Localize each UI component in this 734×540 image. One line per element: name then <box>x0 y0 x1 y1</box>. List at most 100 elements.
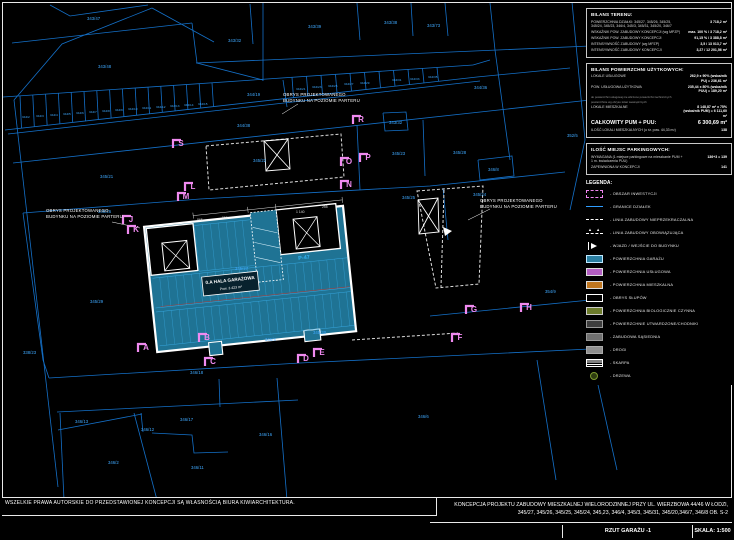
entrance-letter: P <box>365 153 371 162</box>
parcel-label: 344/23 <box>312 85 322 89</box>
residential-fill-swatch <box>586 281 603 289</box>
parcel-label: 344/2 <box>22 115 30 119</box>
parcel-label: 345/21 <box>100 174 114 179</box>
legend-item-label: - POWIERZCHNIA BIOLOGICZNIE CZYNNA <box>610 308 695 313</box>
legend-item: - POWIERZCHNIE UTWARDZONE/CHODNIKI <box>586 320 732 328</box>
green-area-swatch <box>586 307 603 315</box>
parcel-label: 345/23 <box>392 151 406 156</box>
parcel-label: 343/32 <box>389 120 403 125</box>
usable-area-title: BILANS POWIERZCHNI UŻYTKOWYCH: <box>591 67 727 72</box>
panel-note: do powierzchni usługowej nie wliczono po… <box>591 95 727 99</box>
usable-area-box: BILANS POWIERZCHNI UŻYTKOWYCH: LOKALE US… <box>586 63 732 138</box>
entrance-letter: F <box>458 333 463 342</box>
site-plan-page: 0.A HALA GARAŻOWA Pow. 3 423 m² P-47 343… <box>0 0 734 540</box>
entrance-letter: G <box>471 305 477 314</box>
entrance-letter: C <box>210 357 216 366</box>
panel-row: LOKALE MIESZKALNE8 148,87 m² x 75% (wska… <box>591 105 727 118</box>
panel-row-value: 235,44 x 80% (wskaźnik PUU) = 189,20 m² <box>683 85 727 94</box>
dimension-value: 865 <box>197 218 203 222</box>
parcel-label: 344/3 <box>36 114 44 118</box>
parcel-label: 343/39 <box>308 24 322 29</box>
panel-row-label: LOKALE MIESZKALNE <box>591 105 683 109</box>
panel-row-value: 91,15 % / 3 388,8 m² <box>683 36 727 40</box>
panel-row-value: max. 100 % / 3 718,2 m² <box>683 30 727 34</box>
entrance-letter: E <box>319 348 325 357</box>
parcel-label: 346/6 <box>418 414 429 419</box>
units-count-label: ILOŚĆ LOKALI MIESZKALNYCH (o śr. pow. 44… <box>591 128 683 132</box>
outline-annotation-line1: OBRYS PROJEKTOWANEGO <box>46 208 109 213</box>
legend-item-label: - POWIERZCHNIA USŁUGOWA <box>610 269 671 274</box>
parcel-label: 344/9 <box>115 108 123 112</box>
legend-item: - GRANICE DZIAŁEK <box>586 203 732 211</box>
legend-item-label: - DROGI <box>610 347 627 352</box>
mandatory-line-swatch <box>586 229 603 237</box>
legend-item: - POWIERZCHNIA USŁUGOWA <box>586 268 732 276</box>
copyright-cell: WSZELKIE PRAWA AUTORSKIE DO PRZEDSTAWION… <box>2 498 437 516</box>
parcel-label: 344/4 <box>50 113 58 117</box>
entrance-letter: M <box>183 192 190 201</box>
dimension-value: 1 140 <box>296 210 305 214</box>
legend-item-label: - DRZEWA <box>610 373 631 378</box>
column-outline-swatch <box>586 294 603 302</box>
legend-item-label: - LINIA ZABUDOWY NIEPRZEKRACZALNA <box>610 217 693 222</box>
total-pum-value: 6 300,69 m² <box>675 120 727 127</box>
legend-item-label: - POWIERZCHNIE UTWARDZONE/CHODNIKI <box>610 321 698 326</box>
parcel-label: 345/20 <box>313 330 327 335</box>
legend-item: - POWIERZCHNIA GARAŻU <box>586 255 732 263</box>
parcel-label: 344/11 <box>142 106 152 110</box>
panel-row: POWIERZCHNIA DZIAŁKI: 345/27, 345/26, 34… <box>591 20 727 29</box>
parter-outline-link <box>352 333 458 340</box>
panel-row: LOKALE USŁUGOWE262,9 x 90% (wskaźnik PU)… <box>591 74 727 83</box>
legend-item-label: - GRANICE DZIAŁEK <box>610 204 651 209</box>
legend-item: - WJAZD / WEJŚCIE DO BUDYNKU <box>586 242 732 250</box>
panel-row-label: WSKAŹNIK POW. ZABUDOWY KONCEPCJI (wg MPZ… <box>591 30 683 34</box>
units-count-value: 138 <box>683 128 727 132</box>
panel-row: INTENSYWNOŚĆ ZABUDOWY (wg MPZP)3,5 / 13 … <box>591 42 727 46</box>
drawing-name: RZUT GARAŻU -1 <box>562 525 693 538</box>
total-pum-row: CAŁKOWITY PUM + PUU: 6 300,69 m² <box>591 120 727 127</box>
project-title-line1: KONCEPCJA PROJEKTU ZABUDOWY MIESZKALNEJ … <box>434 501 728 509</box>
legend-item-label: - OBRYS SŁUPÓW <box>610 295 647 300</box>
legend-title: LEGENDA: <box>586 180 732 186</box>
entrance-letter: O <box>346 157 352 166</box>
entrance-letter: R <box>358 115 364 124</box>
parcel-label: 344/10 <box>128 107 138 111</box>
panel-row-label: WYMAGANA (1 miejsce parkingowe na mieszk… <box>591 155 683 164</box>
parcel-label: 354/9 <box>545 289 556 294</box>
panel-row-label: WSKAŹNIK POW. ZABUDOWY KONCEPCJI <box>591 36 683 40</box>
parcel-label: 346/11 <box>191 465 204 470</box>
dimension-value: 255 <box>322 205 328 209</box>
entrance-letter: J <box>129 215 133 224</box>
entrance-arrow-swatch <box>586 242 603 250</box>
parcel-label: 344/31 <box>392 78 402 82</box>
entrance-letter: N <box>346 180 352 189</box>
legend-item-label: - OBSZAR INWESTYCJI <box>610 191 657 196</box>
panel-row-value: 136+3 = 139 <box>683 155 727 159</box>
panel-row: WSKAŹNIK POW. ZABUDOWY KONCEPCJI91,15 % … <box>591 36 727 40</box>
panel-row: WSKAŹNIK POW. ZABUDOWY KONCEPCJI (wg MPZ… <box>591 30 727 34</box>
panel-row-value: 141 <box>683 165 727 169</box>
ground-floor-outline-north <box>206 134 344 190</box>
outline-annotation-line2: BUDYNKU NA POZIOMIE PARTERU <box>283 98 360 103</box>
parcel-label: 346/2 <box>108 460 119 465</box>
paved-area-swatch <box>586 320 603 328</box>
legend-item: - POWIERZCHNIA MIESZKALNA <box>586 281 732 289</box>
project-title-cell: KONCEPCJA PROJEKTU ZABUDOWY MIESZKALNEJ … <box>430 498 732 523</box>
parcel-label: 343/47 <box>87 16 101 21</box>
tree-symbol-swatch <box>590 372 598 380</box>
parcel-boundary-swatch <box>586 203 603 211</box>
parcel-label: 343/32 <box>228 38 242 43</box>
panel-row: ZAPEWNIONA W KONCEPCJI141 <box>591 165 727 169</box>
parcel-label: 344/8 <box>102 109 110 113</box>
entrance-letter: K <box>133 225 139 234</box>
legend-item: - DRZEWA <box>586 372 732 380</box>
info-panel: BILANS TERENU: POWIERZCHNIA DZIAŁKI: 345… <box>586 8 732 385</box>
legend: LEGENDA: - OBSZAR INWESTYCJI - GRANICE DZ… <box>586 180 732 380</box>
setback-line-swatch <box>586 216 603 224</box>
legend-item: - LINIA ZABUDOWY NIEPRZEKRACZALNA <box>586 216 732 224</box>
parcel-label: 344/29 <box>360 81 370 85</box>
outline-annotation-line2: BUDYNKU NA POZIOMIE PARTERU <box>480 204 557 209</box>
entrance-letter: A <box>143 343 149 352</box>
parcel-label: 344/27 <box>344 82 354 86</box>
copyright-text: WSZELKIE PRAWA AUTORSKIE DO PRZEDSTAWION… <box>5 500 295 506</box>
